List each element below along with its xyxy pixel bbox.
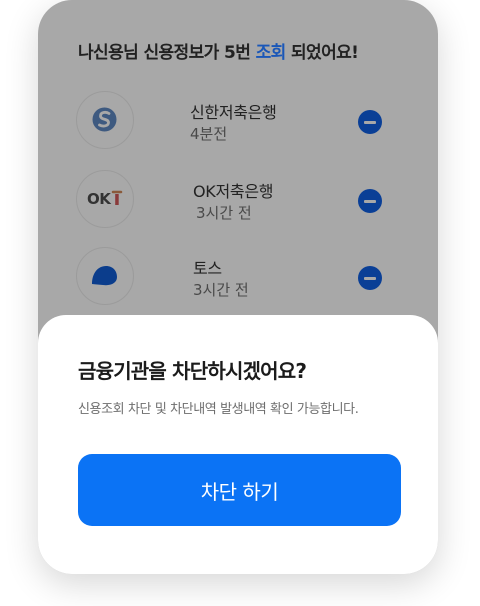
page-title: 나신용님 신용정보가 5번 조회 되었어요!	[78, 38, 359, 63]
toss-logo-icon	[76, 247, 134, 305]
sheet-title: 금융기관을 차단하시겠어요?	[78, 359, 307, 383]
phone-card: 나신용님 신용정보가 5번 조회 되었어요! 신한저축은행 4분전 OK OK저…	[38, 0, 438, 574]
title-suffix: 되었어요!	[285, 43, 359, 63]
inquiry-item-shinhan: 신한저축은행 4분전	[76, 91, 406, 151]
title-prefix: 나신용님 신용정보가 5번	[78, 43, 256, 63]
sheet-description: 신용조회 차단 및 차단내역 발생내역 확인 가능합니다.	[78, 402, 359, 417]
ok-logo-text: OK	[87, 190, 111, 208]
inquiry-name: 토스	[193, 259, 222, 278]
inquiry-time: 3시간 전	[196, 204, 252, 222]
block-button[interactable]: 차단 하기	[78, 454, 401, 526]
block-bottom-sheet: 금융기관을 차단하시겠어요? 신용조회 차단 및 차단내역 발생내역 확인 가능…	[38, 315, 438, 574]
title-highlight: 조회	[255, 43, 287, 63]
ok-logo-icon: OK	[76, 170, 134, 228]
shinhan-logo-icon	[76, 91, 134, 149]
inquiry-time: 3시간 전	[193, 281, 249, 299]
inquiry-name: OK저축은행	[193, 182, 274, 201]
inquiry-item-toss: 토스 3시간 전	[76, 247, 406, 307]
inquiry-name: 신한저축은행	[190, 103, 277, 122]
inquiry-item-ok: OK OK저축은행 3시간 전	[76, 170, 406, 230]
inquiry-time: 4분전	[190, 125, 228, 143]
remove-inquiry-button[interactable]	[358, 266, 382, 290]
remove-inquiry-button[interactable]	[358, 189, 382, 213]
remove-inquiry-button[interactable]	[358, 110, 382, 134]
